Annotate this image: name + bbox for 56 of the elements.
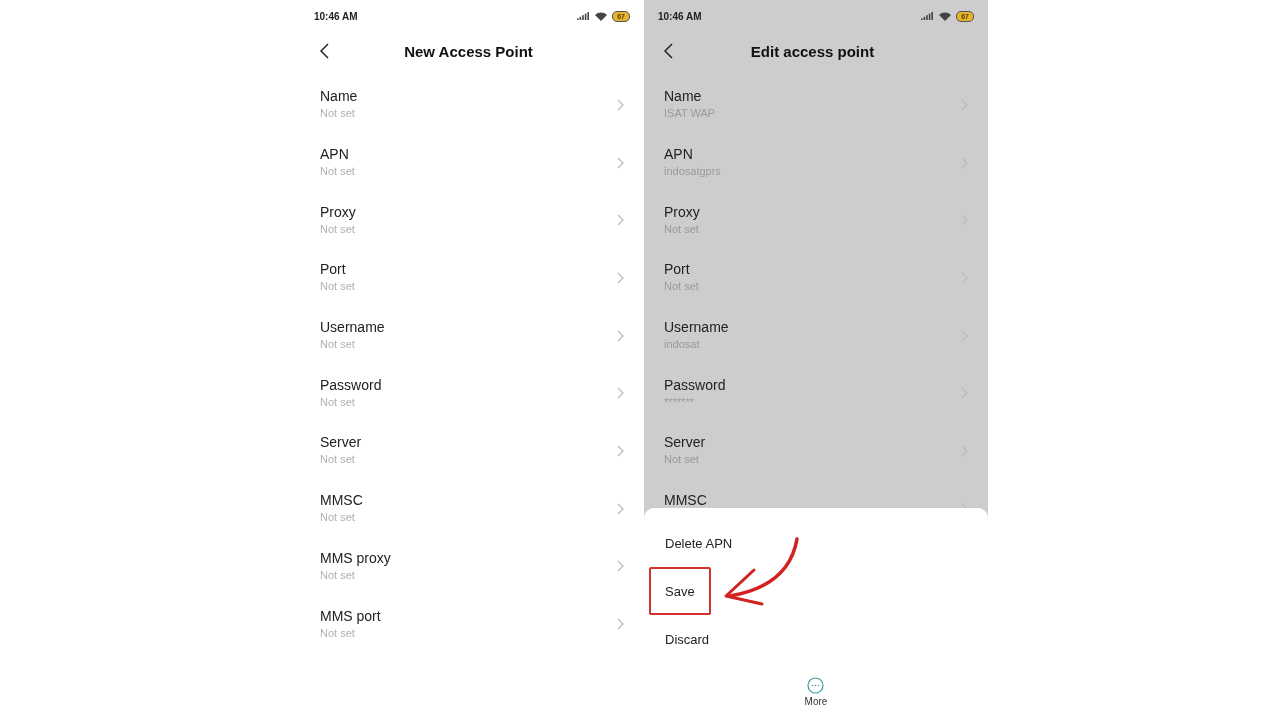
setting-label: Proxy (664, 203, 701, 220)
back-icon[interactable] (664, 43, 673, 59)
setting-label: Name (320, 88, 359, 105)
setting-value: Not set (320, 395, 356, 408)
setting-row[interactable]: MMS port Not set (300, 595, 644, 653)
setting-label: Password (320, 376, 383, 393)
setting-label: Server (320, 434, 363, 451)
setting-label: Password (664, 376, 727, 393)
setting-value: Not set (320, 511, 356, 524)
setting-label: MMSC (320, 492, 364, 509)
signal-icon (577, 11, 591, 21)
back-icon[interactable] (320, 43, 329, 59)
status-time: 10:46 AM (658, 10, 702, 22)
setting-label: MMS proxy (320, 549, 392, 566)
setting-row[interactable]: Proxy Not set (300, 191, 644, 250)
wifi-icon (595, 11, 608, 21)
signal-icon (921, 11, 935, 21)
setting-label: Username (664, 319, 730, 336)
setting-value: Not set (320, 338, 356, 351)
setting-label: Server (664, 434, 707, 451)
setting-value: Not set (320, 626, 356, 639)
menu-option[interactable]: Discard (649, 615, 726, 663)
setting-row[interactable]: MMS proxy Not set (300, 537, 644, 596)
setting-label: MMSC (664, 492, 708, 508)
setting-label: APN (320, 146, 350, 163)
menu-option[interactable]: Delete APN (649, 519, 749, 567)
more-button[interactable]: More (804, 677, 828, 707)
setting-row[interactable]: MMSC (644, 479, 988, 508)
setting-value: Not set (320, 568, 356, 581)
setting-label: MMS port (320, 607, 382, 624)
screen-title: Edit access point (749, 42, 876, 60)
setting-label: Port (664, 261, 691, 278)
setting-row[interactable]: MMSC Not set (300, 479, 644, 538)
setting-label: APN (664, 146, 694, 163)
setting-row[interactable]: Password ******* (644, 364, 988, 423)
setting-row[interactable]: Server Not set (300, 422, 644, 480)
setting-value: Not set (320, 107, 356, 120)
screen-title: New Access Point (403, 42, 534, 60)
setting-value: ******* (664, 395, 695, 408)
setting-row[interactable]: APN Not set (300, 133, 644, 192)
setting-row[interactable]: Username Not set (300, 306, 644, 365)
setting-label: Proxy (320, 203, 357, 220)
setting-value: Not set (320, 453, 356, 466)
setting-row[interactable]: Name Not set (300, 76, 644, 134)
setting-value: Not set (320, 280, 356, 293)
setting-label: Username (320, 319, 386, 336)
setting-label: Name (664, 88, 703, 105)
setting-value: Not set (320, 165, 356, 178)
setting-row[interactable]: Port Not set (300, 249, 644, 307)
wifi-icon (939, 11, 952, 21)
setting-row[interactable]: Password Not set (300, 364, 644, 423)
setting-label: Port (320, 261, 347, 278)
menu-option[interactable]: Save (649, 567, 711, 615)
setting-value: Not set (320, 222, 356, 235)
more-icon (807, 677, 825, 694)
status-time: 10:46 AM (314, 10, 358, 22)
